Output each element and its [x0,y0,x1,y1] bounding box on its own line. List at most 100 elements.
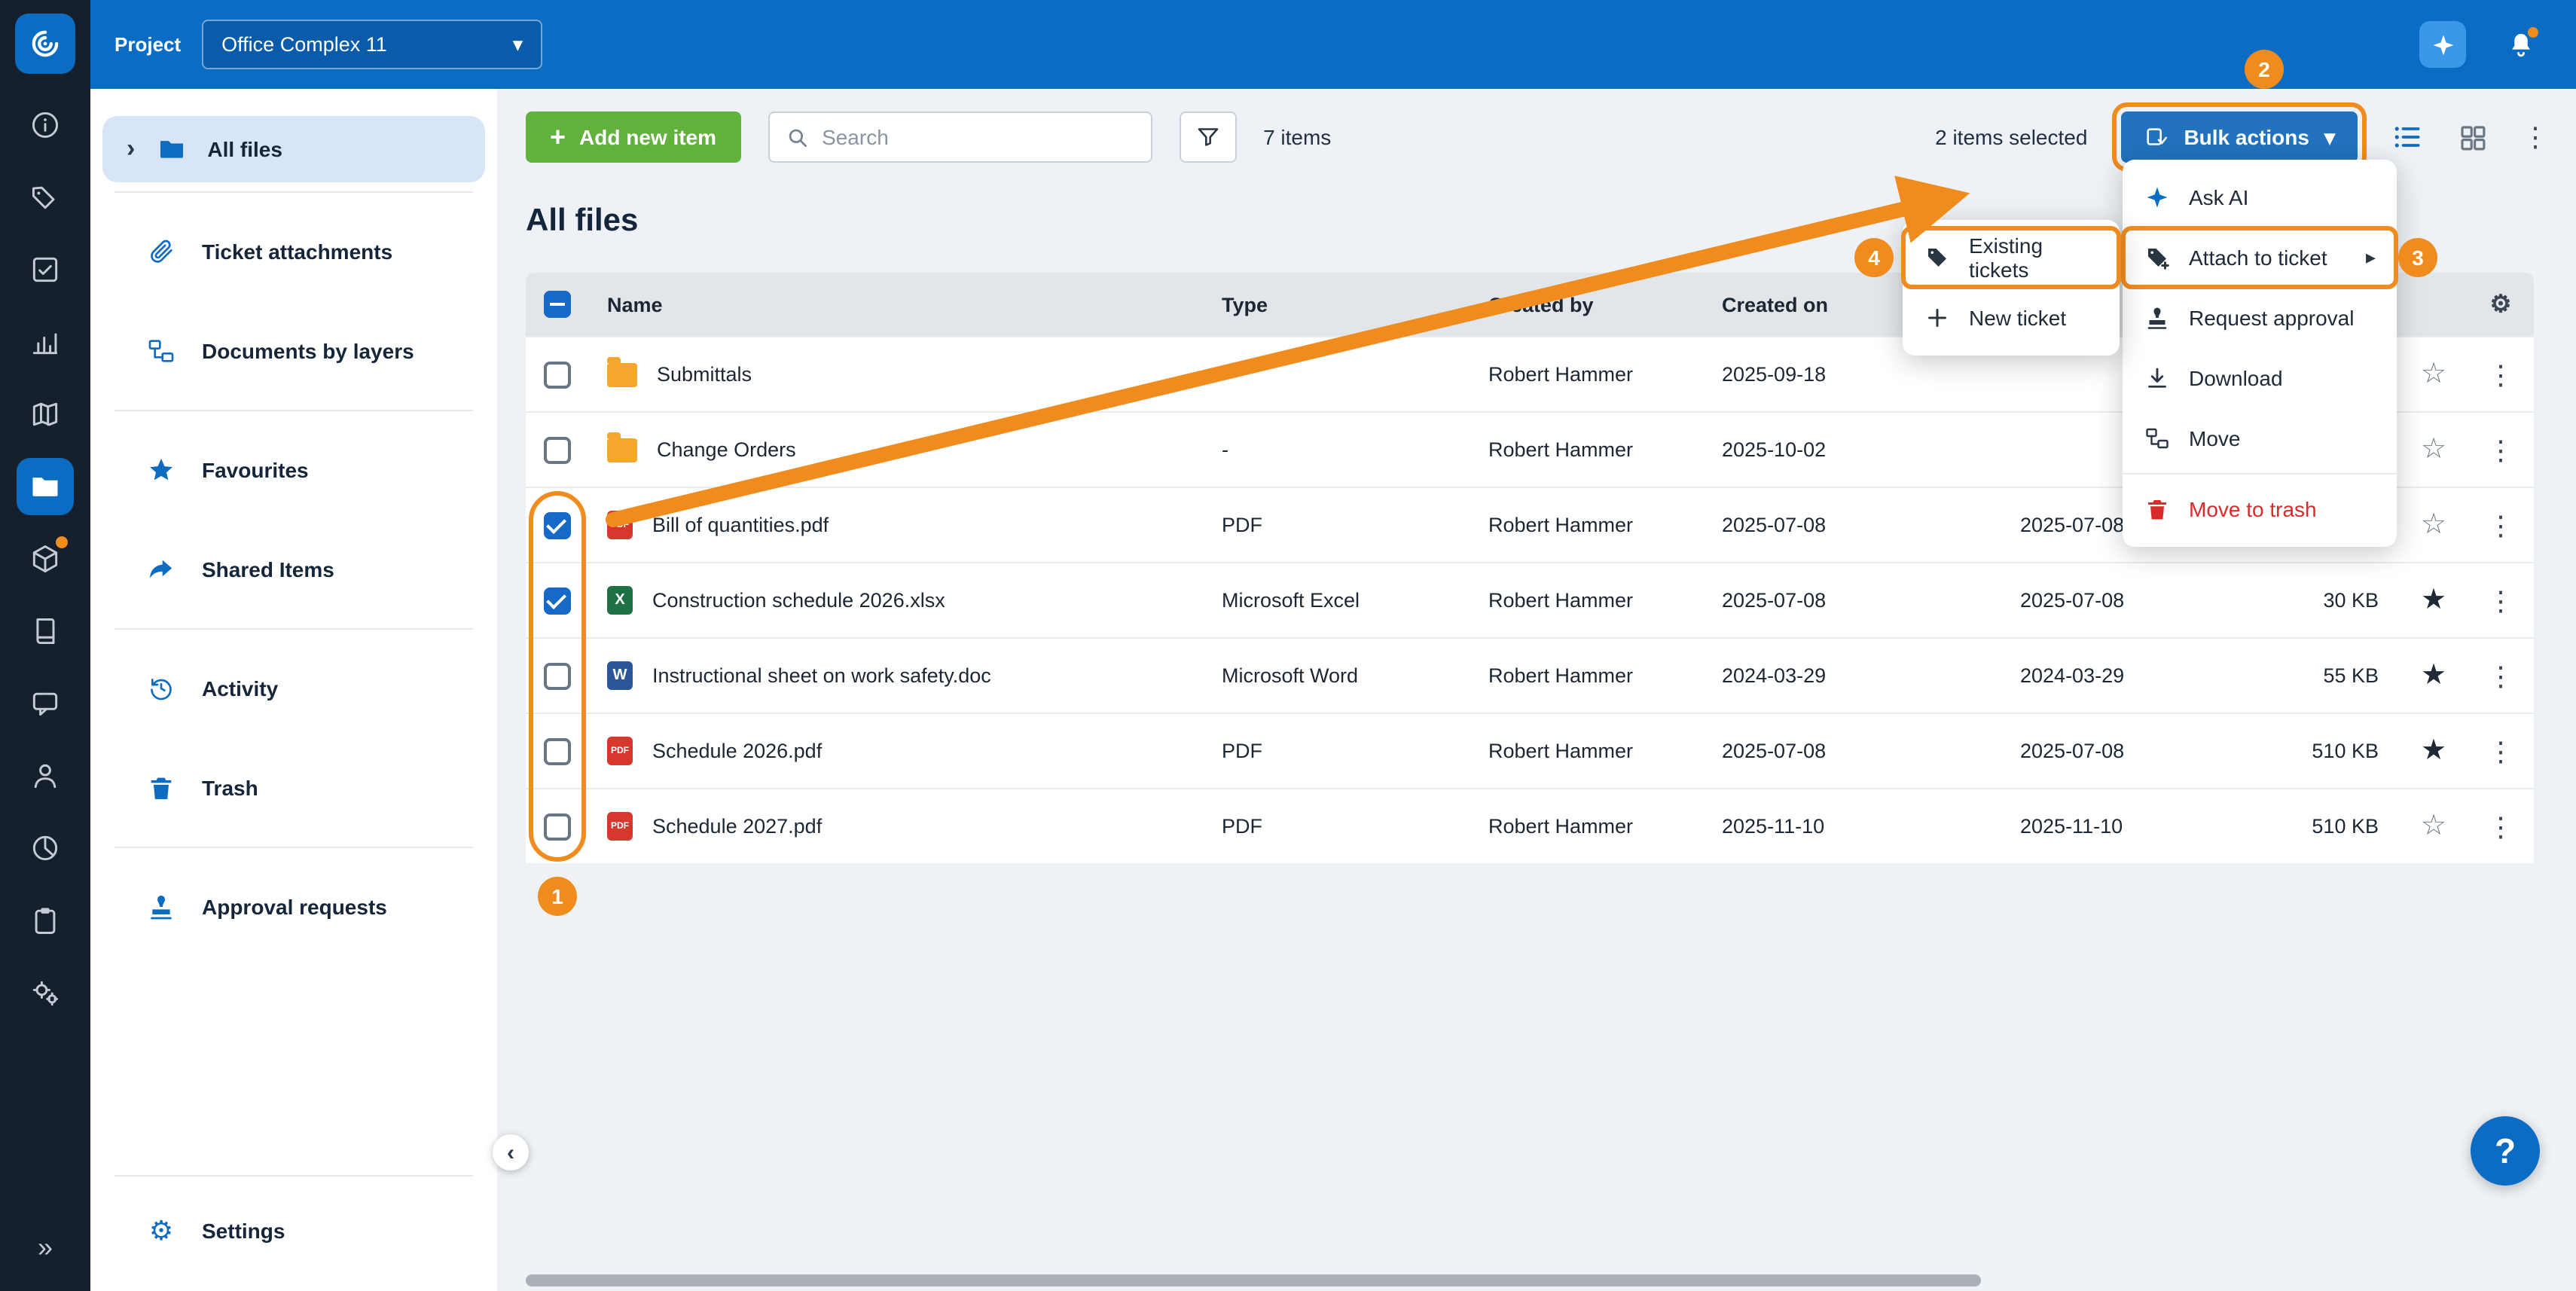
row-checkbox[interactable] [544,813,571,840]
cell-created-by: Robert Hammer [1488,589,1722,612]
rail-item-files[interactable] [17,458,74,515]
submenu-item-new-ticket[interactable]: New ticket [1903,288,2120,348]
sidebar-item-all-files[interactable]: › All files [102,116,485,182]
rail-item-plans[interactable] [17,386,74,443]
menu-item-attach-to-ticket[interactable]: Attach to ticket ▸ [2123,227,2397,288]
rail-item-comments[interactable] [17,675,74,732]
menu-item-move[interactable]: Move [2123,408,2397,468]
rail-item-tags[interactable] [17,169,74,226]
row-menu-icon[interactable]: ⋮ [2487,736,2514,766]
file-name[interactable]: Submittals [657,363,752,386]
sidebar-collapse-button[interactable]: ‹ [493,1134,529,1170]
rail-expand-button[interactable]: » [17,1219,74,1276]
sidebar-item-activity[interactable]: Activity [90,639,497,738]
grid-view-toggle[interactable] [2457,121,2489,153]
horizontal-scrollbar[interactable] [526,1274,1981,1286]
menu-item-label: New ticket [1969,306,2066,330]
gear-icon: ⚙ [145,1215,178,1247]
table-row[interactable]: Schedule 2026.pdf PDF Robert Hammer 2025… [526,713,2534,788]
row-checkbox[interactable] [544,511,571,539]
sidebar-item-shared-items[interactable]: Shared Items [90,520,497,619]
file-name[interactable]: Change Orders [657,438,796,461]
rail-item-contacts[interactable] [17,747,74,804]
row-checkbox[interactable] [544,361,571,388]
row-menu-icon[interactable]: ⋮ [2487,811,2514,841]
sidebar-item-trash[interactable]: Trash [90,738,497,838]
rail-item-clipboard[interactable] [17,892,74,949]
table-settings-gear-icon[interactable]: ⚙ [2490,292,2512,318]
gears-icon [29,976,62,1009]
notifications-button[interactable] [2505,29,2537,60]
add-new-item-button[interactable]: + Add new item [526,111,740,163]
favourite-star-icon[interactable]: ☆ [2421,434,2446,465]
file-name[interactable]: Bill of quantities.pdf [652,514,829,536]
file-name[interactable]: Schedule 2027.pdf [652,815,822,838]
table-row[interactable]: Construction schedule 2026.xlsx Microsof… [526,562,2534,637]
cell-size: 55 KB [2231,664,2400,687]
rail-item-library[interactable] [17,603,74,660]
list-view-toggle[interactable] [2391,121,2424,154]
row-menu-icon[interactable]: ⋮ [2487,435,2514,465]
row-checkbox[interactable] [544,436,571,463]
file-name[interactable]: Instructional sheet on work safety.doc [652,664,991,687]
favourite-star-icon[interactable]: ★ [2421,735,2446,767]
favourite-star-icon[interactable]: ★ [2421,660,2446,691]
chevron-down-icon: ▾ [2324,124,2335,150]
toolbar-more-menu[interactable]: ⋮ [2522,124,2549,151]
help-button[interactable]: ? [2471,1116,2540,1186]
menu-item-download[interactable]: Download [2123,348,2397,408]
rail-item-models[interactable] [17,530,74,588]
rail-item-info[interactable] [17,96,74,154]
pdf-file-icon [607,511,633,539]
row-menu-icon[interactable]: ⋮ [2487,585,2514,615]
row-menu-icon[interactable]: ⋮ [2487,359,2514,389]
menu-item-ask-ai[interactable]: Ask AI [2123,167,2397,227]
ai-assistant-button[interactable] [2419,21,2466,68]
column-header-name[interactable]: Name [589,293,1222,316]
menu-item-request-approval[interactable]: Request approval [2123,288,2397,348]
notification-dot [56,536,68,548]
column-header-type[interactable]: Type [1222,293,1488,316]
rail-item-forms[interactable] [17,241,74,298]
sidebar-item-settings[interactable]: ⚙ Settings [90,1186,497,1276]
selected-count: 2 items selected [1935,125,2087,149]
table-row[interactable]: Schedule 2027.pdf PDF Robert Hammer 2025… [526,788,2534,863]
row-checkbox[interactable] [544,662,571,689]
topbar: Project Office Complex 11 ▾ [90,0,2576,89]
row-checkbox[interactable] [544,737,571,765]
rail-item-automation[interactable] [17,964,74,1021]
rail-item-statistics[interactable] [17,313,74,371]
filter-button[interactable] [1179,111,1236,163]
logo-swirl-icon [26,24,65,63]
plus-icon: + [550,124,566,151]
file-name[interactable]: Schedule 2026.pdf [652,740,822,762]
project-selector[interactable]: Office Complex 11 ▾ [202,20,542,69]
file-name[interactable]: Construction schedule 2026.xlsx [652,589,945,612]
sidebar-item-ticket-attachments[interactable]: Ticket attachments [90,202,497,301]
bulk-actions-button[interactable]: Bulk actions ▾ [2120,111,2358,163]
cell-type: PDF [1222,815,1488,838]
select-all-checkbox[interactable] [544,291,571,318]
search-box[interactable] [768,111,1152,163]
sidebar-item-documents-by-layers[interactable]: Documents by layers [90,301,497,401]
column-header-created-by[interactable]: Created by [1488,293,1722,316]
search-input[interactable] [822,125,1135,149]
sidebar: › All files Ticket attachments Documents… [90,89,497,1291]
favourite-star-icon[interactable]: ☆ [2421,810,2446,842]
favourite-star-icon[interactable]: ☆ [2421,359,2446,390]
app-logo[interactable] [15,14,75,74]
favourite-star-icon[interactable]: ★ [2421,584,2446,616]
row-menu-icon[interactable]: ⋮ [2487,510,2514,540]
table-row[interactable]: Instructional sheet on work safety.doc M… [526,637,2534,713]
row-menu-icon[interactable]: ⋮ [2487,661,2514,691]
sidebar-item-favourites[interactable]: Favourites [90,420,497,520]
folder-icon [607,438,637,462]
row-checkbox[interactable] [544,587,571,614]
menu-item-move-to-trash[interactable]: Move to trash [2123,479,2397,539]
rail-item-reports[interactable] [17,819,74,877]
bulk-actions-label: Bulk actions [2184,125,2309,149]
submenu-item-existing-tickets[interactable]: Existing tickets [1903,227,2120,288]
cell-created-on: 2025-07-08 [1722,514,2020,536]
favourite-star-icon[interactable]: ☆ [2421,509,2446,541]
sidebar-item-approval-requests[interactable]: Approval requests [90,857,497,957]
